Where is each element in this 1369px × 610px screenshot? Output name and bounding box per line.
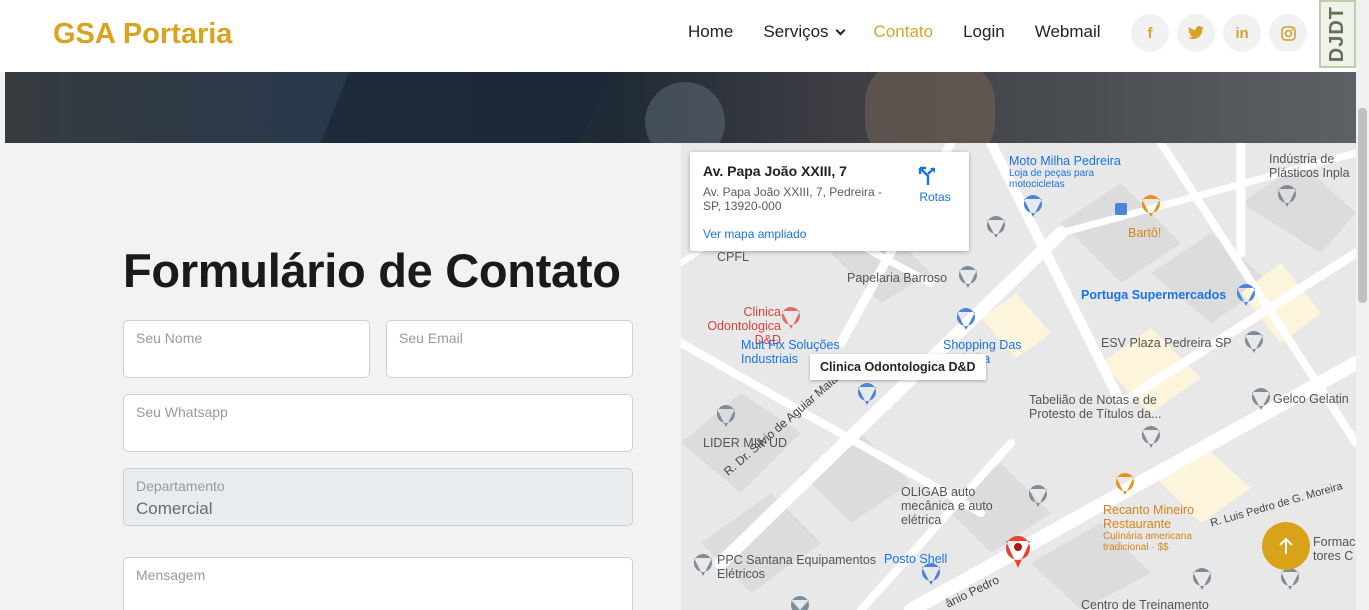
- place-ppc[interactable]: PPC Santana Equipamentos Elétricos: [717, 553, 887, 581]
- place-cpfl[interactable]: CPFL: [717, 250, 749, 264]
- place-posto[interactable]: Posto Shell: [884, 552, 947, 566]
- place-formacao[interactable]: Formac tores C: [1313, 535, 1356, 563]
- name-field[interactable]: Seu Nome: [123, 320, 370, 378]
- google-map[interactable]: Av. Papa João XXIII, 7 Av. Papa João XXI…: [681, 143, 1356, 610]
- chevron-down-icon: [835, 25, 845, 35]
- main-nav: Home Serviços Contato Login Webmail: [688, 22, 1131, 42]
- nav-servicos-label: Serviços: [763, 22, 829, 41]
- place-oligab[interactable]: OLIGAB auto mecânica e auto elétrica: [901, 485, 1031, 527]
- social-links: f in: [1131, 14, 1315, 52]
- debug-toolbar-badge[interactable]: DJDT: [1319, 0, 1356, 68]
- directions-button[interactable]: Rotas: [917, 166, 953, 204]
- map-tooltip: Clinica Odontologica D&D: [810, 354, 986, 380]
- place-moto-milha[interactable]: Moto Milha Pedreira: [1009, 154, 1121, 168]
- place-barto[interactable]: Bartô!: [1128, 226, 1161, 240]
- directions-icon: [918, 166, 945, 186]
- whatsapp-field[interactable]: Seu Whatsapp: [123, 394, 633, 452]
- place-tabeliao[interactable]: Tabelião de Notas e de Protesto de Títul…: [1029, 393, 1179, 421]
- message-placeholder: Mensagem: [136, 567, 206, 583]
- whatsapp-placeholder: Seu Whatsapp: [136, 404, 228, 420]
- nav-webmail[interactable]: Webmail: [1035, 22, 1101, 42]
- name-placeholder: Seu Nome: [136, 330, 203, 346]
- page-title: Formulário de Contato: [123, 244, 621, 297]
- email-placeholder: Seu Email: [399, 330, 463, 346]
- place-gelco[interactable]: Gelco Gelatin: [1273, 392, 1349, 406]
- map-card-address: Av. Papa João XXIII, 7, Pedreira - SP, 1…: [703, 185, 882, 213]
- place-recanto[interactable]: Recanto Mineiro Restaurante: [1103, 503, 1203, 531]
- hero-image: [5, 72, 1356, 143]
- nav-login[interactable]: Login: [963, 22, 1005, 42]
- map-card-title: Av. Papa João XXIII, 7: [703, 163, 847, 179]
- nav-login-label: Login: [963, 22, 1005, 41]
- message-field[interactable]: Mensagem: [123, 557, 633, 610]
- instagram-icon[interactable]: [1269, 14, 1307, 52]
- scrollbar-thumb[interactable]: [1358, 108, 1367, 303]
- facebook-icon[interactable]: f: [1131, 14, 1169, 52]
- place-recanto-sub: Culinária americana tradicional · $$: [1103, 531, 1192, 553]
- place-centro[interactable]: Centro de Treinamento: [1081, 598, 1209, 610]
- place-portuga[interactable]: Portuga Supermercados: [1081, 288, 1226, 302]
- twitter-icon[interactable]: [1177, 14, 1215, 52]
- scroll-to-top-button[interactable]: [1262, 522, 1310, 570]
- nav-contato-label: Contato: [873, 22, 934, 41]
- brand-logo[interactable]: GSA Portaria: [53, 18, 232, 51]
- email-field[interactable]: Seu Email: [386, 320, 633, 378]
- site-header: GSA Portaria Home Serviços Contato Login…: [0, 0, 1356, 72]
- department-select[interactable]: Departamento Comercial: [123, 468, 633, 526]
- map-info-card: Av. Papa João XXIII, 7 Av. Papa João XXI…: [690, 152, 969, 251]
- place-esv[interactable]: ESV Plaza Pedreira SP: [1101, 336, 1232, 350]
- page-scrollbar[interactable]: [1356, 0, 1369, 610]
- debug-badge-label: DJDT: [1326, 5, 1348, 63]
- place-papelaria[interactable]: Papelaria Barroso: [847, 271, 947, 285]
- arrow-up-icon: [1279, 537, 1293, 554]
- nav-webmail-label: Webmail: [1034, 22, 1101, 41]
- directions-label: Rotas: [919, 190, 951, 204]
- department-label: Departamento: [136, 478, 225, 494]
- view-larger-map-link[interactable]: Ver mapa ampliado: [703, 227, 806, 241]
- nav-servicos[interactable]: Serviços: [763, 22, 845, 42]
- nav-contato[interactable]: Contato: [874, 22, 934, 42]
- place-industria[interactable]: Indústria de Plásticos Inpla: [1269, 152, 1356, 180]
- nav-home[interactable]: Home: [688, 22, 733, 42]
- department-value: Comercial: [136, 499, 213, 518]
- place-moto-milha-sub: Loja de peças para motocicletas: [1009, 168, 1095, 190]
- nav-home-label: Home: [688, 22, 734, 41]
- linkedin-icon[interactable]: in: [1223, 14, 1261, 52]
